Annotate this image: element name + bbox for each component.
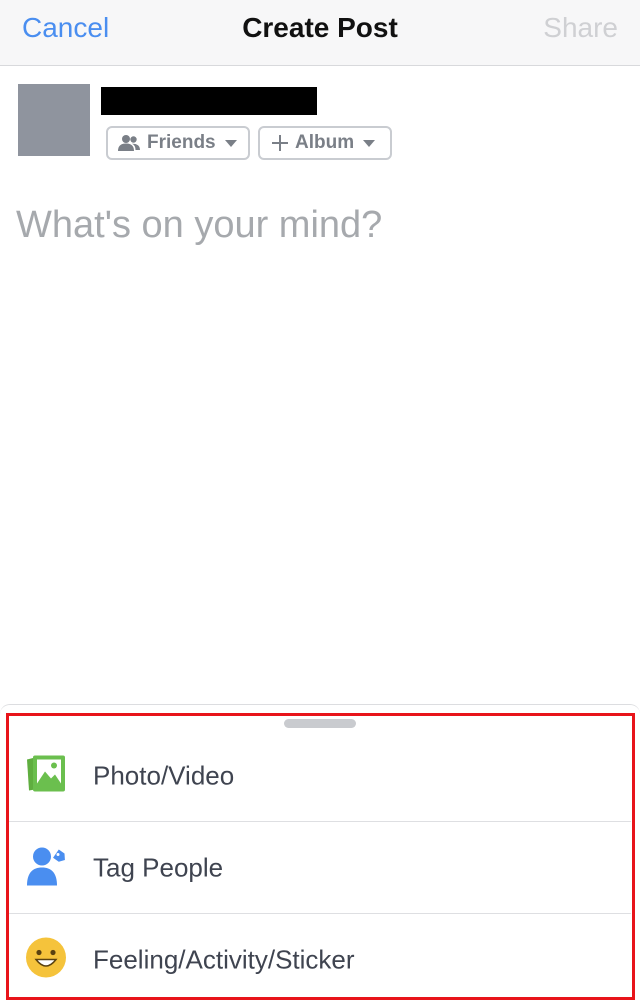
tag-people-option[interactable]: Tag People <box>9 822 631 914</box>
friends-icon <box>118 134 140 152</box>
tag-people-icon <box>25 845 67 892</box>
navigation-bar: Cancel Create Post Share <box>0 0 640 66</box>
share-button[interactable]: Share <box>543 12 618 44</box>
create-post-screen: Cancel Create Post Share Friends Album W… <box>0 0 640 1004</box>
feeling-activity-option[interactable]: Feeling/Activity/Sticker <box>9 914 631 1004</box>
album-label: Album <box>295 132 355 153</box>
photo-video-option[interactable]: Photo/Video <box>9 730 631 822</box>
audience-label: Friends <box>147 132 216 153</box>
album-selector-button[interactable]: Album <box>258 126 392 160</box>
feeling-activity-label: Feeling/Activity/Sticker <box>93 944 355 975</box>
photo-video-icon <box>25 754 67 799</box>
sheet-drag-handle[interactable] <box>284 719 356 728</box>
caret-down-icon <box>224 139 238 148</box>
audience-selector-button[interactable]: Friends <box>106 126 250 160</box>
feeling-emoji-icon <box>25 937 67 984</box>
post-text-input[interactable] <box>16 200 616 250</box>
avatar <box>18 84 90 156</box>
author-name-redacted <box>101 87 317 115</box>
caret-down-icon <box>362 139 376 148</box>
photo-video-label: Photo/Video <box>93 760 235 791</box>
tag-people-label: Tag People <box>93 852 224 883</box>
plus-icon <box>272 135 288 151</box>
